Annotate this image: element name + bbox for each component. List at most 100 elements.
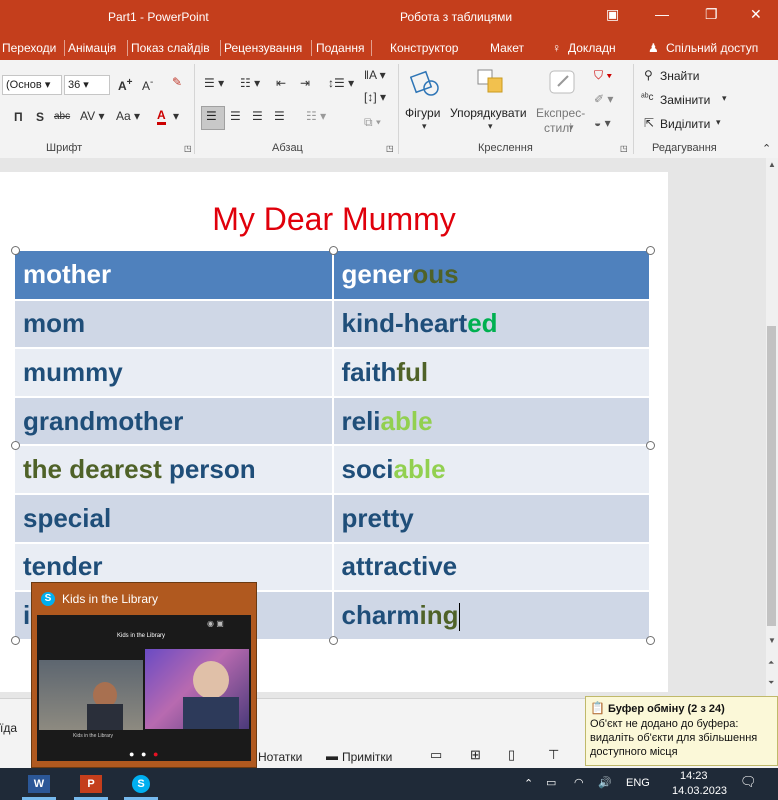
prev-slide-icon[interactable]: ⏶ xyxy=(768,658,774,668)
table-cell[interactable]: mummy xyxy=(15,348,334,398)
increase-indent-icon[interactable]: ⇥ xyxy=(300,76,310,90)
mic-icon[interactable]: ● xyxy=(129,749,134,759)
slideshow-view-icon[interactable]: ⊤ xyxy=(548,747,559,763)
reading-view-icon[interactable]: ▯ xyxy=(508,747,515,763)
hangup-icon[interactable]: ● xyxy=(153,749,158,759)
close-icon[interactable]: ✕ xyxy=(750,6,762,23)
resize-handle[interactable] xyxy=(11,441,20,450)
tab-transitions[interactable]: Переходи xyxy=(2,41,56,55)
find-icon[interactable]: ⚲ xyxy=(644,68,653,82)
align-left-icon[interactable]: ☰ xyxy=(201,106,225,130)
table-row[interactable]: mom kind-hearted xyxy=(15,299,651,350)
font-name-box[interactable]: (Основ ▾ xyxy=(2,75,62,95)
table-cell[interactable]: grandmother xyxy=(15,396,334,447)
text-direction-icon[interactable]: ‖A ▾ xyxy=(364,68,386,82)
table-cell[interactable]: generous xyxy=(332,251,651,301)
tell-me-box[interactable]: Докладн xyxy=(568,41,616,55)
resize-handle[interactable] xyxy=(11,246,20,255)
comments-icon[interactable]: ▬ xyxy=(326,749,338,763)
shapes-icon[interactable] xyxy=(409,68,440,98)
shadow-icon[interactable]: S xyxy=(36,110,44,124)
find-button[interactable]: Знайти xyxy=(660,69,699,83)
table-cell[interactable]: charming xyxy=(332,591,651,641)
shape-outline-icon[interactable]: ✐ ▾ xyxy=(594,92,613,106)
tab-layout[interactable]: Макет xyxy=(490,41,524,55)
shapes-button[interactable]: Фігури xyxy=(405,106,440,120)
select-icon[interactable]: ⇱ xyxy=(644,116,654,130)
volume-icon[interactable]: 🔊 xyxy=(598,776,612,789)
battery-icon[interactable]: ▭ xyxy=(546,776,556,789)
font-dialog-launcher-icon[interactable]: ◳ xyxy=(184,144,192,153)
table-cell[interactable]: attractive xyxy=(332,542,651,593)
change-case-icon[interactable]: Aa ▾ xyxy=(116,109,140,123)
arrange-dropdown-icon[interactable]: ▾ xyxy=(488,121,493,132)
skype-taskbar-icon[interactable]: S xyxy=(132,775,150,793)
tab-animations[interactable]: Анімація xyxy=(68,41,116,55)
table-row[interactable]: mummy faithful xyxy=(15,348,651,398)
quick-styles-icon[interactable] xyxy=(548,68,578,98)
clipboard-notification[interactable]: 📋 Буфер обміну (2 з 24) Об'єкт не додано… xyxy=(585,696,778,766)
comments-button[interactable]: Примітки xyxy=(342,750,392,764)
powerpoint-icon[interactable]: P xyxy=(80,775,102,793)
tab-design[interactable]: Конструктор xyxy=(390,41,458,55)
line-spacing-icon[interactable]: ↕☰ ▾ xyxy=(328,76,354,90)
table-cell[interactable]: mom xyxy=(15,299,334,350)
table-cell[interactable]: special xyxy=(15,493,334,544)
select-dropdown-icon[interactable]: ▾ xyxy=(716,117,721,128)
grow-font-icon[interactable]: A+ xyxy=(118,77,133,93)
replace-button[interactable]: Замінити xyxy=(660,93,710,107)
resize-handle[interactable] xyxy=(646,636,655,645)
shape-effects-icon[interactable]: ◒ ▾ xyxy=(594,116,611,130)
shrink-font-icon[interactable]: A- xyxy=(142,77,153,93)
video-tile[interactable] xyxy=(145,649,249,729)
font-color-dropdown-icon[interactable]: ▾ xyxy=(173,109,179,123)
ribbon-display-icon[interactable]: ▣ xyxy=(606,6,619,23)
minimize-icon[interactable]: — xyxy=(655,6,669,22)
arrange-button[interactable]: Упорядкувати xyxy=(450,106,527,120)
table-cell[interactable]: reliable xyxy=(332,396,651,447)
notifications-icon[interactable]: 🗨 xyxy=(740,774,757,790)
quick-styles-dropdown-icon[interactable]: ▾ xyxy=(569,122,574,133)
table-cell[interactable]: pretty xyxy=(332,493,651,544)
tab-review[interactable]: Рецензування xyxy=(224,41,302,55)
clear-format-icon[interactable]: ✎ xyxy=(172,75,182,89)
skype-window[interactable]: S Kids in the Library Kids in the Librar… xyxy=(31,582,257,768)
replace-icon[interactable]: ᵃᵇc xyxy=(641,92,654,103)
collapse-ribbon-icon[interactable]: ⌃ xyxy=(762,142,771,155)
table-cell[interactable]: faithful xyxy=(332,348,651,398)
resize-handle[interactable] xyxy=(646,246,655,255)
table-cell[interactable]: sociable xyxy=(332,445,651,495)
vertical-scrollbar[interactable]: ▲ ▼ ⏶ ⏷ xyxy=(766,158,778,698)
network-icon[interactable]: ◠ xyxy=(574,776,584,789)
language-indicator[interactable]: ENG xyxy=(626,777,650,789)
share-icon[interactable]: ♟ xyxy=(648,41,659,55)
numbering-icon[interactable]: ☷ ▾ xyxy=(240,76,260,90)
next-slide-icon[interactable]: ⏷ xyxy=(768,678,774,688)
align-right-icon[interactable]: ☰ xyxy=(252,109,263,123)
align-center-icon[interactable]: ☰ xyxy=(230,109,241,123)
decrease-indent-icon[interactable]: ⇤ xyxy=(276,76,286,90)
quick-styles-line2[interactable]: стилі xyxy=(544,121,572,135)
replace-dropdown-icon[interactable]: ▾ xyxy=(722,93,727,104)
scroll-up-icon[interactable]: ▲ xyxy=(768,160,776,169)
video-tile[interactable] xyxy=(39,660,143,730)
show-hidden-icons-icon[interactable]: ⌃ xyxy=(524,777,533,790)
resize-handle[interactable] xyxy=(329,636,338,645)
select-button[interactable]: Виділити xyxy=(660,117,710,131)
table-cell[interactable]: kind-hearted xyxy=(332,299,651,350)
restore-icon[interactable]: ❐ xyxy=(705,6,718,23)
resize-handle[interactable] xyxy=(11,636,20,645)
word-icon[interactable]: W xyxy=(28,775,50,793)
resize-handle[interactable] xyxy=(646,441,655,450)
font-size-box[interactable]: 36 ▾ xyxy=(64,75,110,95)
slide-title[interactable]: My Dear Mummy xyxy=(0,201,668,237)
table-row[interactable]: special pretty xyxy=(15,493,651,544)
clock-date[interactable]: 14.03.2023 xyxy=(672,785,727,797)
share-button[interactable]: Спільний доступ xyxy=(666,41,758,55)
justify-icon[interactable]: ☰ xyxy=(274,109,285,123)
shapes-dropdown-icon[interactable]: ▾ xyxy=(422,121,427,132)
normal-view-icon[interactable]: ▭ xyxy=(430,747,442,763)
call-options-icon[interactable]: ◉ ▣ xyxy=(207,619,224,628)
camera-icon[interactable]: ● xyxy=(141,749,146,759)
char-spacing-icon[interactable]: AV ▾ xyxy=(80,109,104,123)
